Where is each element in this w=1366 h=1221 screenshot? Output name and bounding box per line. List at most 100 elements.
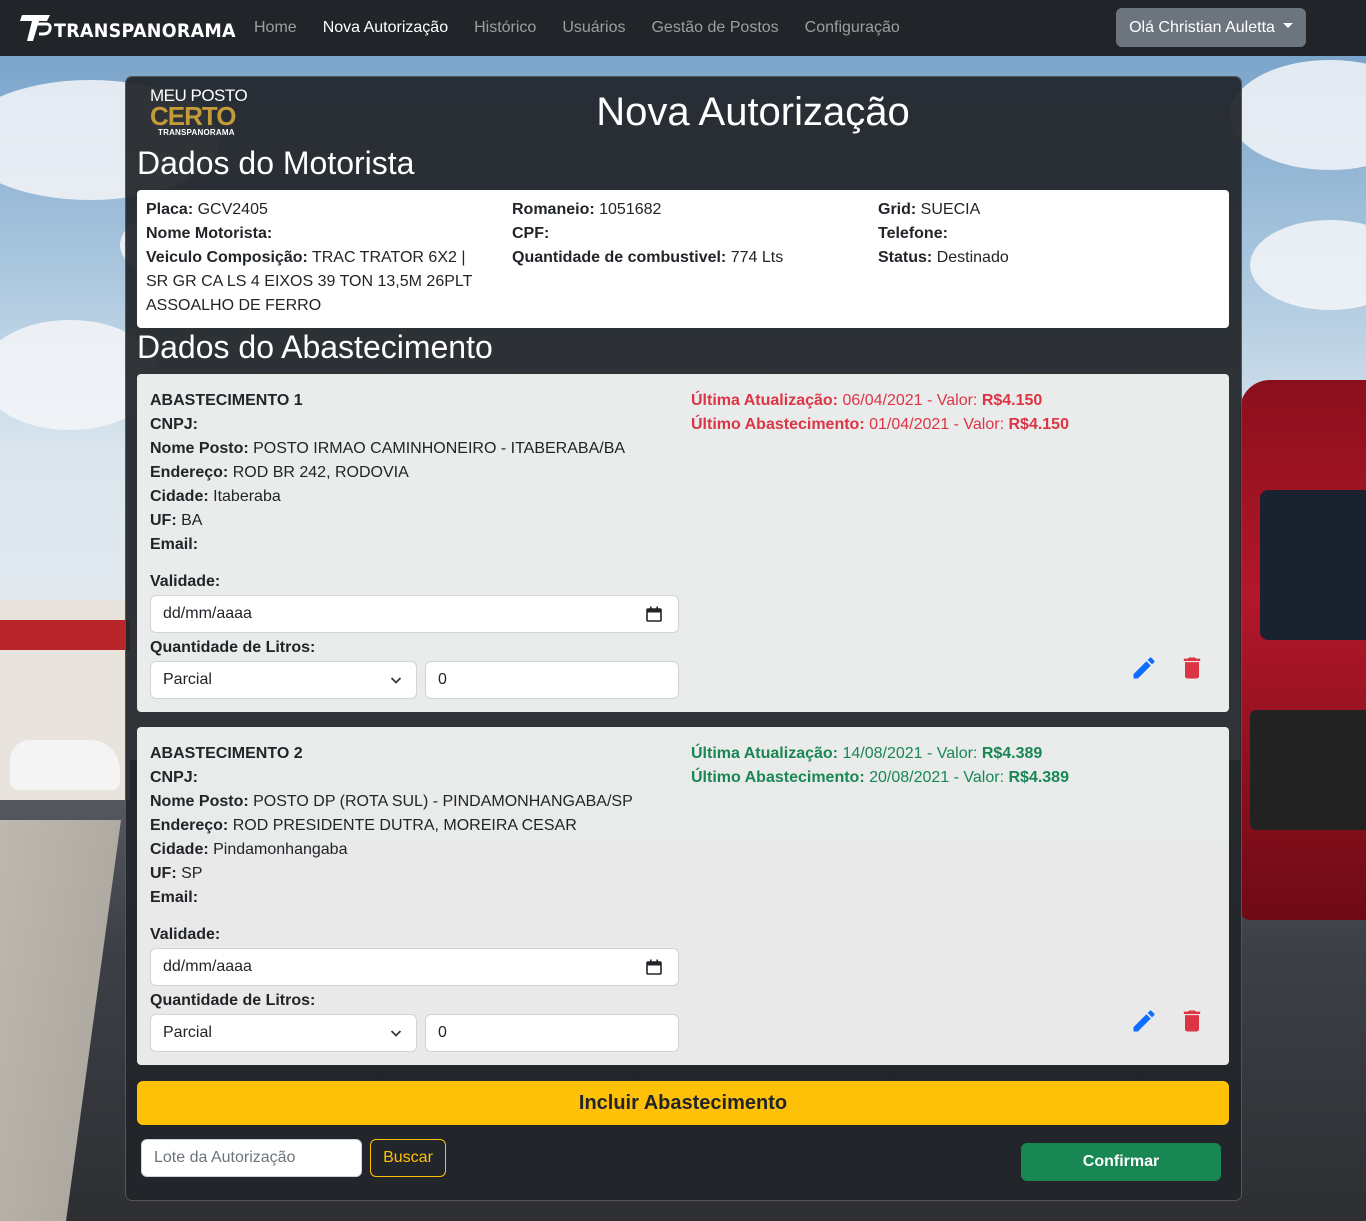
user-dropdown[interactable]: Olá Christian Auletta bbox=[1116, 8, 1306, 47]
combustivel-label: Quantidade de combustivel: bbox=[512, 249, 727, 266]
main-nav: Home Nova Autorização Histórico Usuários… bbox=[241, 0, 913, 56]
lote-placeholder: Lote da Autorização bbox=[154, 1149, 296, 1166]
valor-label: - Valor: bbox=[926, 745, 978, 762]
incluir-abastecimento-button[interactable]: Incluir Abastecimento bbox=[137, 1081, 1229, 1125]
section-title-motorista: Dados do Motorista bbox=[137, 145, 415, 181]
brand-logo-icon bbox=[20, 12, 52, 42]
ultimo-abastecimento-label: Último Abastecimento: bbox=[691, 416, 865, 433]
validade-placeholder: dd/mm/aaaa bbox=[163, 958, 252, 975]
abastecimento-card: ABASTECIMENTO 1 CNPJ: Nome Posto: POSTO … bbox=[137, 374, 1229, 712]
email-label: Email: bbox=[150, 536, 199, 553]
cidade-label: Cidade: bbox=[150, 488, 209, 505]
tipo-litros-select[interactable]: Parcial bbox=[150, 1014, 417, 1052]
romaneio-value: 1051682 bbox=[599, 201, 662, 218]
confirmar-button[interactable]: Confirmar bbox=[1021, 1143, 1221, 1181]
top-navbar: TRANSPANORAMA Home Nova Autorização Hist… bbox=[0, 0, 1366, 56]
page-title: Nova Autorização bbox=[596, 90, 910, 134]
chevron-down-icon bbox=[390, 677, 402, 684]
abastecimento-title: ABASTECIMENTO 2 bbox=[150, 745, 303, 762]
uf-value: BA bbox=[181, 512, 203, 529]
grid-label: Grid: bbox=[878, 201, 917, 218]
ultima-atualizacao-label: Última Atualização: bbox=[691, 392, 838, 409]
posto-value: POSTO IRMAO CAMINHONEIRO - ITABERABA/BA bbox=[253, 440, 626, 457]
trash-icon[interactable] bbox=[1178, 654, 1206, 682]
nav-nova-autorizacao[interactable]: Nova Autorização bbox=[310, 0, 461, 56]
litros-value: 0 bbox=[438, 671, 447, 688]
cnpj-label: CNPJ: bbox=[150, 769, 199, 786]
brand-link[interactable]: TRANSPANORAMA bbox=[20, 12, 252, 42]
placa-label: Placa: bbox=[146, 201, 194, 218]
pencil-icon[interactable] bbox=[1130, 1007, 1158, 1035]
litros-input[interactable]: 0 bbox=[425, 661, 679, 699]
main-panel: MEU POSTO CERTO TRANSPANORAMA Nova Autor… bbox=[126, 77, 1241, 1200]
ultimo-abastecimento-valor: R$4.150 bbox=[1008, 416, 1069, 433]
endereco-value: ROD PRESIDENTE DUTRA, MOREIRA CESAR bbox=[232, 817, 577, 834]
veiculo-label: Veiculo Composição: bbox=[146, 249, 308, 266]
nav-usuarios[interactable]: Usuários bbox=[549, 0, 638, 56]
nav-historico[interactable]: Histórico bbox=[461, 0, 549, 56]
nav-configuracao[interactable]: Configuração bbox=[792, 0, 913, 56]
nav-gestao-postos[interactable]: Gestão de Postos bbox=[638, 0, 791, 56]
calendar-icon[interactable] bbox=[646, 959, 662, 975]
endereco-value: ROD BR 242, RODOVIA bbox=[232, 464, 409, 481]
litros-input[interactable]: 0 bbox=[425, 1014, 679, 1052]
combustivel-value: 774 Lts bbox=[730, 249, 784, 266]
nome-motorista-label: Nome Motorista: bbox=[146, 225, 273, 242]
validade-placeholder: dd/mm/aaaa bbox=[163, 605, 252, 622]
section-title-abastecimento: Dados do Abastecimento bbox=[137, 329, 493, 365]
endereco-label: Endereço: bbox=[150, 464, 229, 481]
ultima-atualizacao-label: Última Atualização: bbox=[691, 745, 838, 762]
ultimo-abastecimento-date: 01/04/2021 bbox=[869, 416, 950, 433]
cidade-value: Itaberaba bbox=[213, 488, 281, 505]
uf-label: UF: bbox=[150, 865, 177, 882]
status-value: Destinado bbox=[936, 249, 1009, 266]
chevron-down-icon bbox=[390, 1030, 402, 1037]
nav-home[interactable]: Home bbox=[241, 0, 310, 56]
brand-name: TRANSPANORAMA bbox=[54, 20, 236, 42]
ultimo-abastecimento-label: Último Abastecimento: bbox=[691, 769, 865, 786]
calendar-icon[interactable] bbox=[646, 606, 662, 622]
validade-label: Validade: bbox=[150, 573, 221, 590]
ultima-atualizacao-date: 14/08/2021 bbox=[842, 745, 923, 762]
pencil-icon[interactable] bbox=[1130, 654, 1158, 682]
validade-date-input[interactable]: dd/mm/aaaa bbox=[150, 595, 679, 633]
tipo-litros-value: Parcial bbox=[163, 1024, 212, 1041]
lote-autorizacao-input[interactable]: Lote da Autorização bbox=[141, 1139, 362, 1177]
posto-label: Nome Posto: bbox=[150, 440, 249, 457]
ultima-atualizacao-valor: R$4.150 bbox=[981, 392, 1043, 409]
motorista-card: Placa: GCV2405 Nome Motorista: Veiculo C… bbox=[137, 190, 1229, 328]
telefone-label: Telefone: bbox=[878, 225, 948, 242]
valor-label: - Valor: bbox=[926, 392, 978, 409]
uf-value: SP bbox=[181, 865, 203, 882]
valor-label: - Valor: bbox=[953, 416, 1005, 433]
caret-down-icon bbox=[1282, 23, 1293, 28]
quantidade-litros-label: Quantidade de Litros: bbox=[150, 992, 316, 1009]
uf-label: UF: bbox=[150, 512, 177, 529]
posto-value: POSTO DP (ROTA SUL) - PINDAMONHANGABA/SP bbox=[253, 793, 633, 810]
ultima-atualizacao-date: 06/04/2021 bbox=[842, 392, 923, 409]
email-label: Email: bbox=[150, 889, 199, 906]
user-dropdown-label: Olá Christian Auletta bbox=[1129, 18, 1275, 36]
status-label: Status: bbox=[878, 249, 933, 266]
grid-value: SUECIA bbox=[920, 201, 981, 218]
validade-label: Validade: bbox=[150, 926, 221, 943]
posto-label: Nome Posto: bbox=[150, 793, 249, 810]
cnpj-label: CNPJ: bbox=[150, 416, 199, 433]
ultimo-abastecimento-valor: R$4.389 bbox=[1008, 769, 1069, 786]
placa-value: GCV2405 bbox=[197, 201, 268, 218]
cidade-label: Cidade: bbox=[150, 841, 209, 858]
tipo-litros-select[interactable]: Parcial bbox=[150, 661, 417, 699]
quantidade-litros-label: Quantidade de Litros: bbox=[150, 639, 316, 656]
valor-label: - Valor: bbox=[953, 769, 1005, 786]
buscar-button[interactable]: Buscar bbox=[370, 1139, 446, 1177]
cidade-value: Pindamonhangaba bbox=[213, 841, 348, 858]
trash-icon[interactable] bbox=[1178, 1007, 1206, 1035]
cpf-label: CPF: bbox=[512, 225, 550, 242]
romaneio-label: Romaneio: bbox=[512, 201, 595, 218]
endereco-label: Endereço: bbox=[150, 817, 229, 834]
litros-value: 0 bbox=[438, 1024, 447, 1041]
tipo-litros-value: Parcial bbox=[163, 671, 212, 688]
abastecimento-card: ABASTECIMENTO 2 CNPJ: Nome Posto: POSTO … bbox=[137, 727, 1229, 1065]
validade-date-input[interactable]: dd/mm/aaaa bbox=[150, 948, 679, 986]
ultima-atualizacao-valor: R$4.389 bbox=[981, 745, 1043, 762]
